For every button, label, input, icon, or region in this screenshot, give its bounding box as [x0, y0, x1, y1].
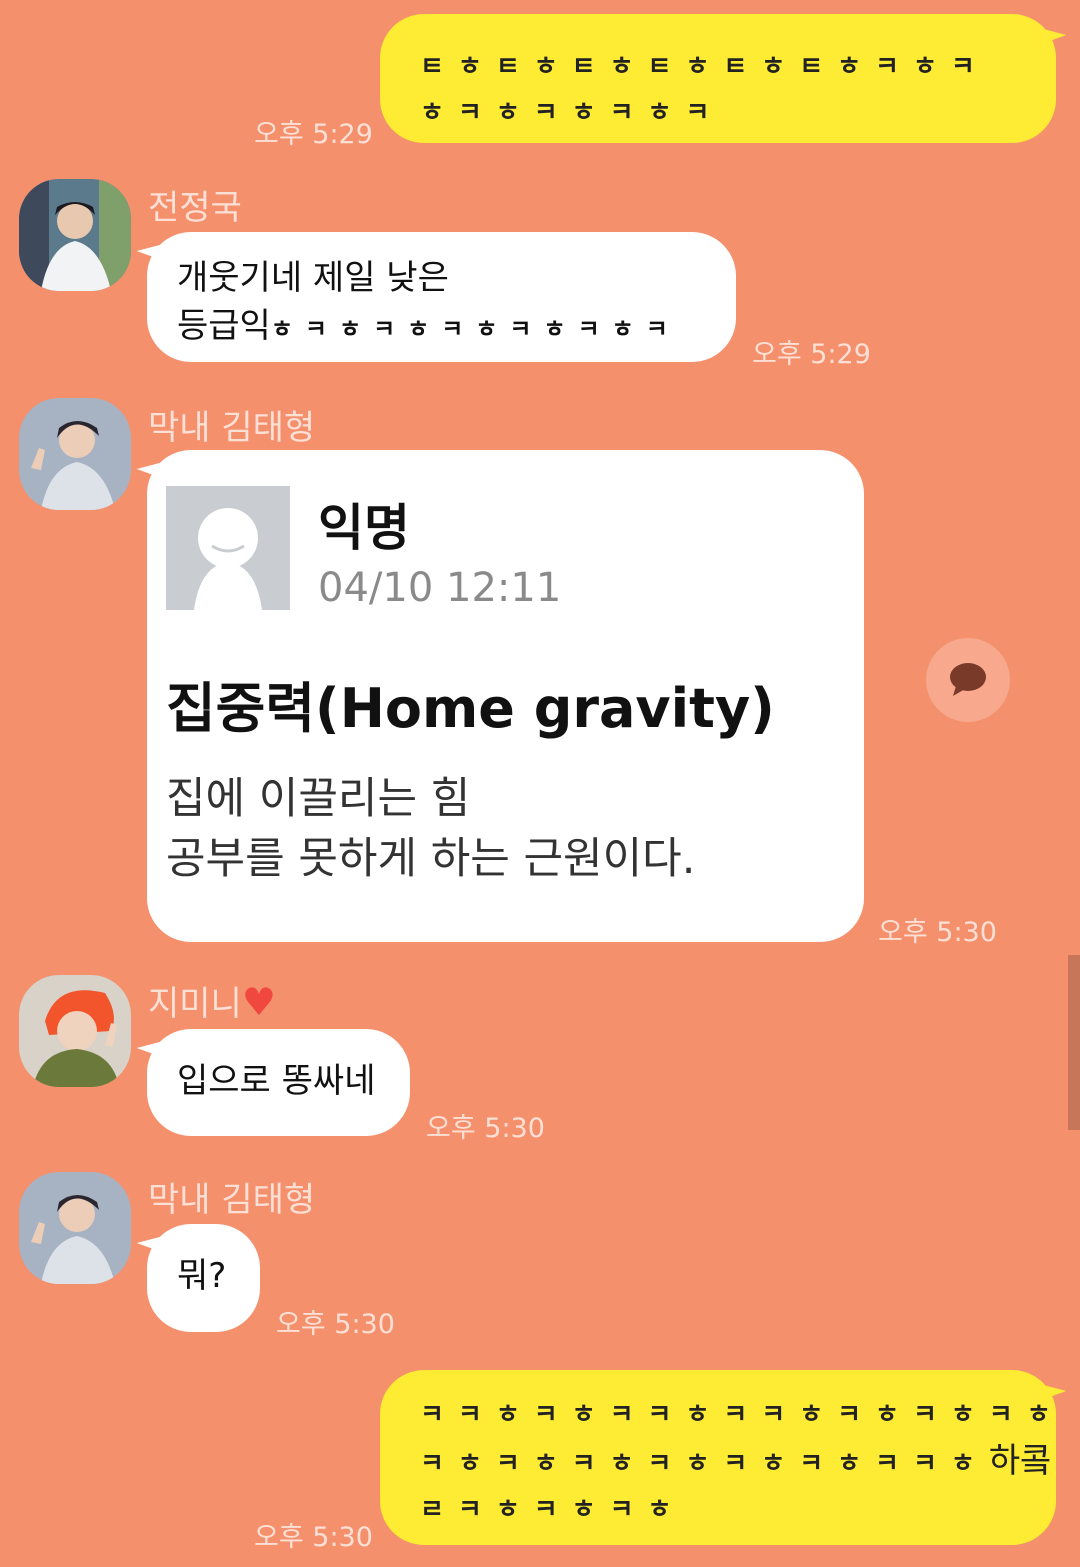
my-message-bubble[interactable]: ㅌㅎㅌㅎㅌㅎㅌㅎㅌㅎㅌㅎㅋㅎㅋㅎㅋㅎㅋㅎㅋㅎㅋ	[380, 14, 1056, 143]
other-message-bubble[interactable]: 개웃기네 제일 낮은 등급익ㅎㅋㅎㅋㅎㅋㅎㅋㅎㅋㅎㅋ	[147, 232, 736, 362]
message-text: 입으로 똥싸네	[177, 1061, 376, 1101]
other-message-bubble[interactable]: 입으로 똥싸네	[147, 1029, 410, 1136]
share-button[interactable]	[926, 638, 1010, 722]
card-datetime: 04/10 12:11	[318, 565, 562, 611]
other-message-bubble[interactable]: 뭐?	[147, 1224, 260, 1332]
sender-name: 지미니♥	[148, 980, 276, 1024]
speech-bubble-icon	[950, 663, 986, 696]
profile-placeholder-image	[166, 486, 290, 610]
sender-name: 막내 김태형	[148, 1180, 316, 1220]
message-text: ㅌㅎㅌㅎㅌㅎㅌㅎㅌㅎㅌㅎㅋㅎㅋㅎㅋㅎㅋㅎㅋㅎㅋ	[420, 52, 989, 128]
message-time: 오후 5:29	[752, 339, 871, 370]
card-headline: 집중력(Home gravity)	[166, 677, 775, 740]
message-time: 오후 5:30	[276, 1309, 395, 1340]
avatar-jimin[interactable]	[19, 975, 131, 1087]
message-text-line: ㅋㅋㅎㅋㅎㅋㅋㅎㅋㅋㅎㅋㅎㅋㅎㅋㅎ	[420, 1400, 1065, 1430]
card-body-line: 집에 이끌리는 힘	[166, 774, 471, 824]
my-message-bubble[interactable]: ㅋㅋㅎㅋㅎㅋㅋㅎㅋㅋㅎㅋㅎㅋㅎㅋㅎ ㅋㅎㅋㅎㅋㅎㅋㅎㅋㅎㅋㅎㅋㅋㅎ하콬 ㄹㅋㅎㅋ…	[380, 1370, 1056, 1545]
message-time: 오후 5:29	[254, 119, 373, 150]
message-text-line: ㄹㅋㅎㅋㅎㅋㅎ	[420, 1495, 686, 1525]
message-time: 오후 5:30	[878, 917, 997, 948]
sender-name: 전정국	[148, 188, 242, 228]
message-text-line: 개웃기네 제일 낮은	[177, 258, 449, 298]
message-text: 뭐?	[177, 1256, 227, 1296]
avatar-taehyung[interactable]	[19, 1172, 131, 1284]
card-author: 익명	[318, 499, 410, 557]
scrollbar[interactable]	[1068, 955, 1080, 1130]
sender-name: 막내 김태형	[148, 408, 316, 448]
heart-icon: ♥	[241, 980, 276, 1024]
message-time: 오후 5:30	[426, 1113, 545, 1144]
message-time: 오후 5:30	[254, 1522, 373, 1553]
message-text-line: ㅋㅎㅋㅎㅋㅎㅋㅎㅋㅎㅋㅎㅋㅋㅎ하콬	[420, 1441, 1052, 1481]
message-text-line: 등급익ㅎㅋㅎㅋㅎㅋㅎㅋㅎㅋㅎㅋ	[177, 306, 680, 346]
avatar-jungkook[interactable]	[19, 179, 131, 291]
card-body-line: 공부를 못하게 하는 근원이다.	[166, 834, 696, 884]
avatar-taehyung[interactable]	[19, 398, 131, 510]
